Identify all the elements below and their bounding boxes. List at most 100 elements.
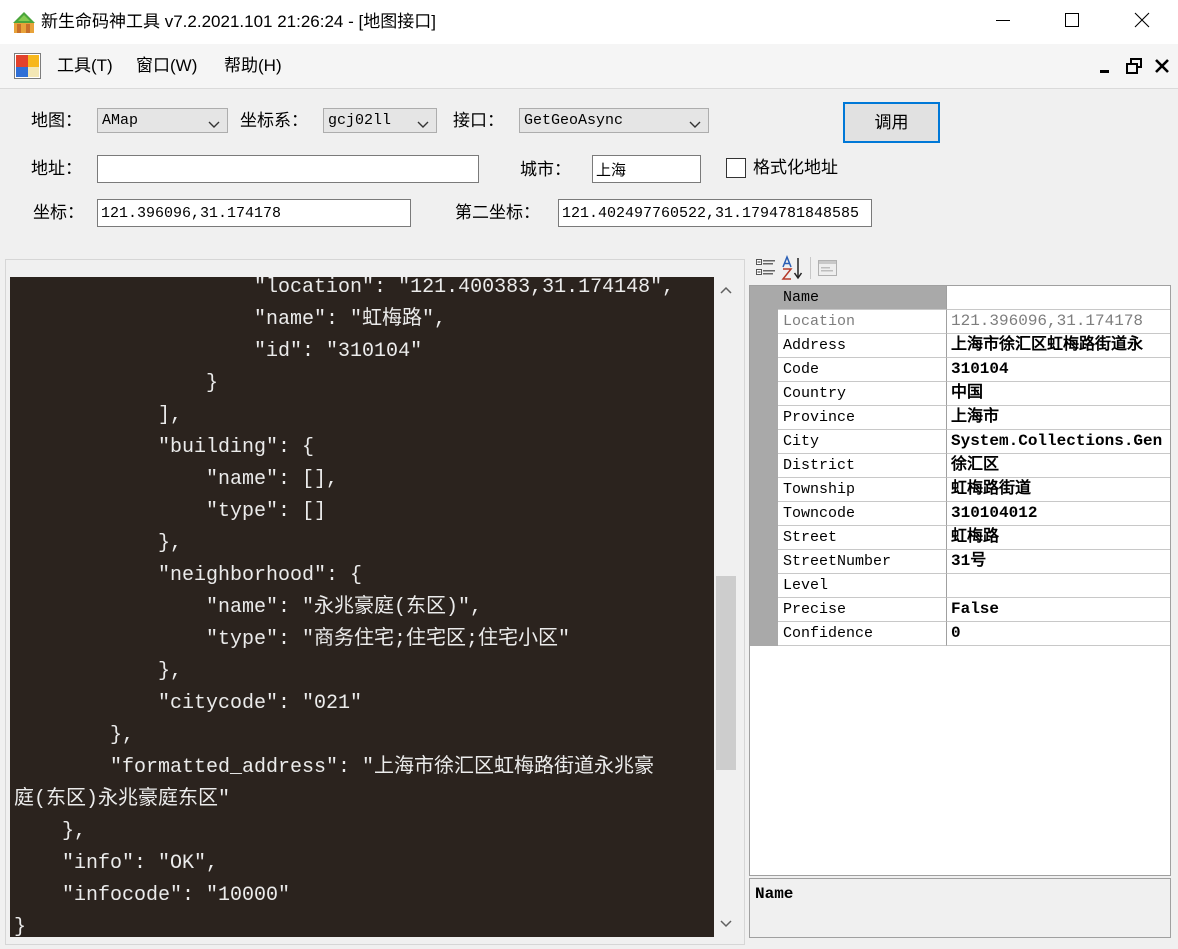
property-name[interactable]: Precise (778, 598, 947, 622)
property-value[interactable] (947, 574, 1170, 598)
scrollbar-thumb[interactable] (716, 576, 736, 770)
property-name[interactable]: Country (778, 382, 947, 406)
property-row-township[interactable]: Township 虹梅路街道 (750, 478, 1170, 502)
categorized-view-icon[interactable] (754, 256, 778, 280)
property-name[interactable]: Township (778, 478, 947, 502)
property-name[interactable]: Street (778, 526, 947, 550)
property-row-margin (750, 382, 778, 406)
property-name[interactable]: Level (778, 574, 947, 598)
property-value[interactable]: 虹梅路街道 (947, 478, 1170, 502)
property-row-precise[interactable]: Precise False (750, 598, 1170, 622)
mdi-form-icon[interactable] (13, 52, 42, 80)
scroll-up-icon[interactable] (714, 278, 738, 304)
api-select[interactable]: GetGeoAsync (519, 108, 709, 133)
property-row-margin (750, 598, 778, 622)
property-row-city[interactable]: City System.Collections.Gen (750, 430, 1170, 454)
property-value[interactable]: 上海市 (947, 406, 1170, 430)
window-title: 新生命码神工具 v7.2.2021.101 21:26:24 - [地图接口] (41, 12, 436, 31)
property-value[interactable]: 虹梅路 (947, 526, 1170, 550)
output-line: "citycode": "021" (14, 692, 363, 715)
property-row-address[interactable]: Address 上海市徐汇区虹梅路街道永 (750, 334, 1170, 358)
output-line: }, (14, 532, 183, 555)
property-row-margin (750, 406, 778, 430)
property-row-margin (750, 478, 778, 502)
property-value[interactable]: 0 (947, 622, 1170, 646)
property-row-streetnumber[interactable]: StreetNumber 31号 (750, 550, 1170, 574)
city-input[interactable] (592, 155, 701, 183)
property-row-location[interactable]: Location 121.396096,31.174178 (750, 310, 1170, 334)
output-textbox[interactable]: "location": "121.400383,31.174148", "nam… (10, 277, 714, 937)
property-value[interactable]: System.Collections.Gen (947, 430, 1170, 454)
menu-help[interactable]: 帮助(H) (224, 55, 282, 77)
property-value[interactable]: 中国 (947, 382, 1170, 406)
property-row-margin (750, 358, 778, 382)
property-value[interactable]: 310104 (947, 358, 1170, 382)
output-line: "building": { (14, 436, 315, 459)
output-line: "type": [] (14, 500, 327, 523)
property-name[interactable]: Province (778, 406, 947, 430)
property-row-province[interactable]: Province 上海市 (750, 406, 1170, 430)
output-line: "name": "永兆豪庭(东区)", (14, 596, 483, 619)
menu-window[interactable]: 窗口(W) (136, 55, 197, 77)
property-value[interactable]: 31号 (947, 550, 1170, 574)
close-button[interactable] (1107, 0, 1176, 44)
coordinate-input[interactable] (97, 199, 411, 227)
property-value[interactable] (947, 286, 1170, 310)
property-name[interactable]: City (778, 430, 947, 454)
property-row-margin (750, 286, 778, 310)
format-address-checkbox[interactable] (726, 158, 746, 178)
maximize-button[interactable] (1037, 0, 1106, 44)
property-value[interactable]: 上海市徐汇区虹梅路街道永 (947, 334, 1170, 358)
minimize-button[interactable] (968, 0, 1037, 44)
property-name[interactable]: Code (778, 358, 947, 382)
output-line: "type": "商务住宅;住宅区;住宅小区" (14, 628, 571, 651)
output-line: "id": "310104" (14, 340, 423, 363)
property-value[interactable]: False (947, 598, 1170, 622)
property-value[interactable]: 310104012 (947, 502, 1170, 526)
property-row-level[interactable]: Level (750, 574, 1170, 598)
property-row-margin (750, 574, 778, 598)
output-line: }, (14, 660, 183, 683)
map-select[interactable]: AMap (97, 108, 228, 133)
property-pages-icon (815, 256, 840, 280)
alphabetical-sort-icon[interactable] (780, 254, 806, 281)
property-row-towncode[interactable]: Towncode 310104012 (750, 502, 1170, 526)
format-address-label[interactable]: 格式化地址 (753, 157, 838, 179)
property-grid[interactable]: Name Location 121.396096,31.174178 Address 上… (749, 285, 1171, 876)
property-row-street[interactable]: Street 虹梅路 (750, 526, 1170, 550)
menu-tools[interactable]: 工具(T) (57, 55, 113, 77)
property-value[interactable]: 徐汇区 (947, 454, 1170, 478)
call-button[interactable]: 调用 (843, 102, 940, 143)
mdi-minimize-icon[interactable] (1096, 56, 1116, 76)
second-coordinate-input[interactable] (558, 199, 872, 227)
property-row-margin (750, 334, 778, 358)
property-row-margin (750, 526, 778, 550)
maximize-icon (1064, 12, 1080, 33)
property-name[interactable]: Towncode (778, 502, 947, 526)
coord-system-select[interactable]: gcj02ll (323, 108, 437, 133)
output-line: } (14, 916, 27, 937)
property-name[interactable]: Address (778, 334, 947, 358)
property-row-confidence[interactable]: Confidence 0 (750, 622, 1170, 646)
property-row-country[interactable]: Country 中国 (750, 382, 1170, 406)
scroll-down-icon[interactable] (714, 910, 738, 936)
property-row-code[interactable]: Code 310104 (750, 358, 1170, 382)
close-icon (1134, 12, 1150, 33)
property-name[interactable]: StreetNumber (778, 550, 947, 574)
output-line: "infocode": "10000" (14, 884, 291, 907)
property-description-title: Name (755, 885, 794, 903)
property-row-name[interactable]: Name (750, 286, 1170, 310)
property-name[interactable]: Name (778, 286, 947, 310)
property-value[interactable]: 121.396096,31.174178 (947, 310, 1170, 334)
coord-system-label: 坐标系： (240, 111, 308, 130)
coord-system-select-value: gcj02ll (328, 112, 392, 129)
mdi-close-icon[interactable] (1152, 56, 1172, 76)
property-name[interactable]: District (778, 454, 947, 478)
property-row-district[interactable]: District 徐汇区 (750, 454, 1170, 478)
address-input[interactable] (97, 155, 479, 183)
coordinate-label: 坐标： (33, 203, 84, 222)
output-content: "location": "121.400383,31.174148", "nam… (14, 277, 674, 937)
property-name[interactable]: Location (778, 310, 947, 334)
property-name[interactable]: Confidence (778, 622, 947, 646)
mdi-restore-icon[interactable] (1124, 56, 1144, 76)
